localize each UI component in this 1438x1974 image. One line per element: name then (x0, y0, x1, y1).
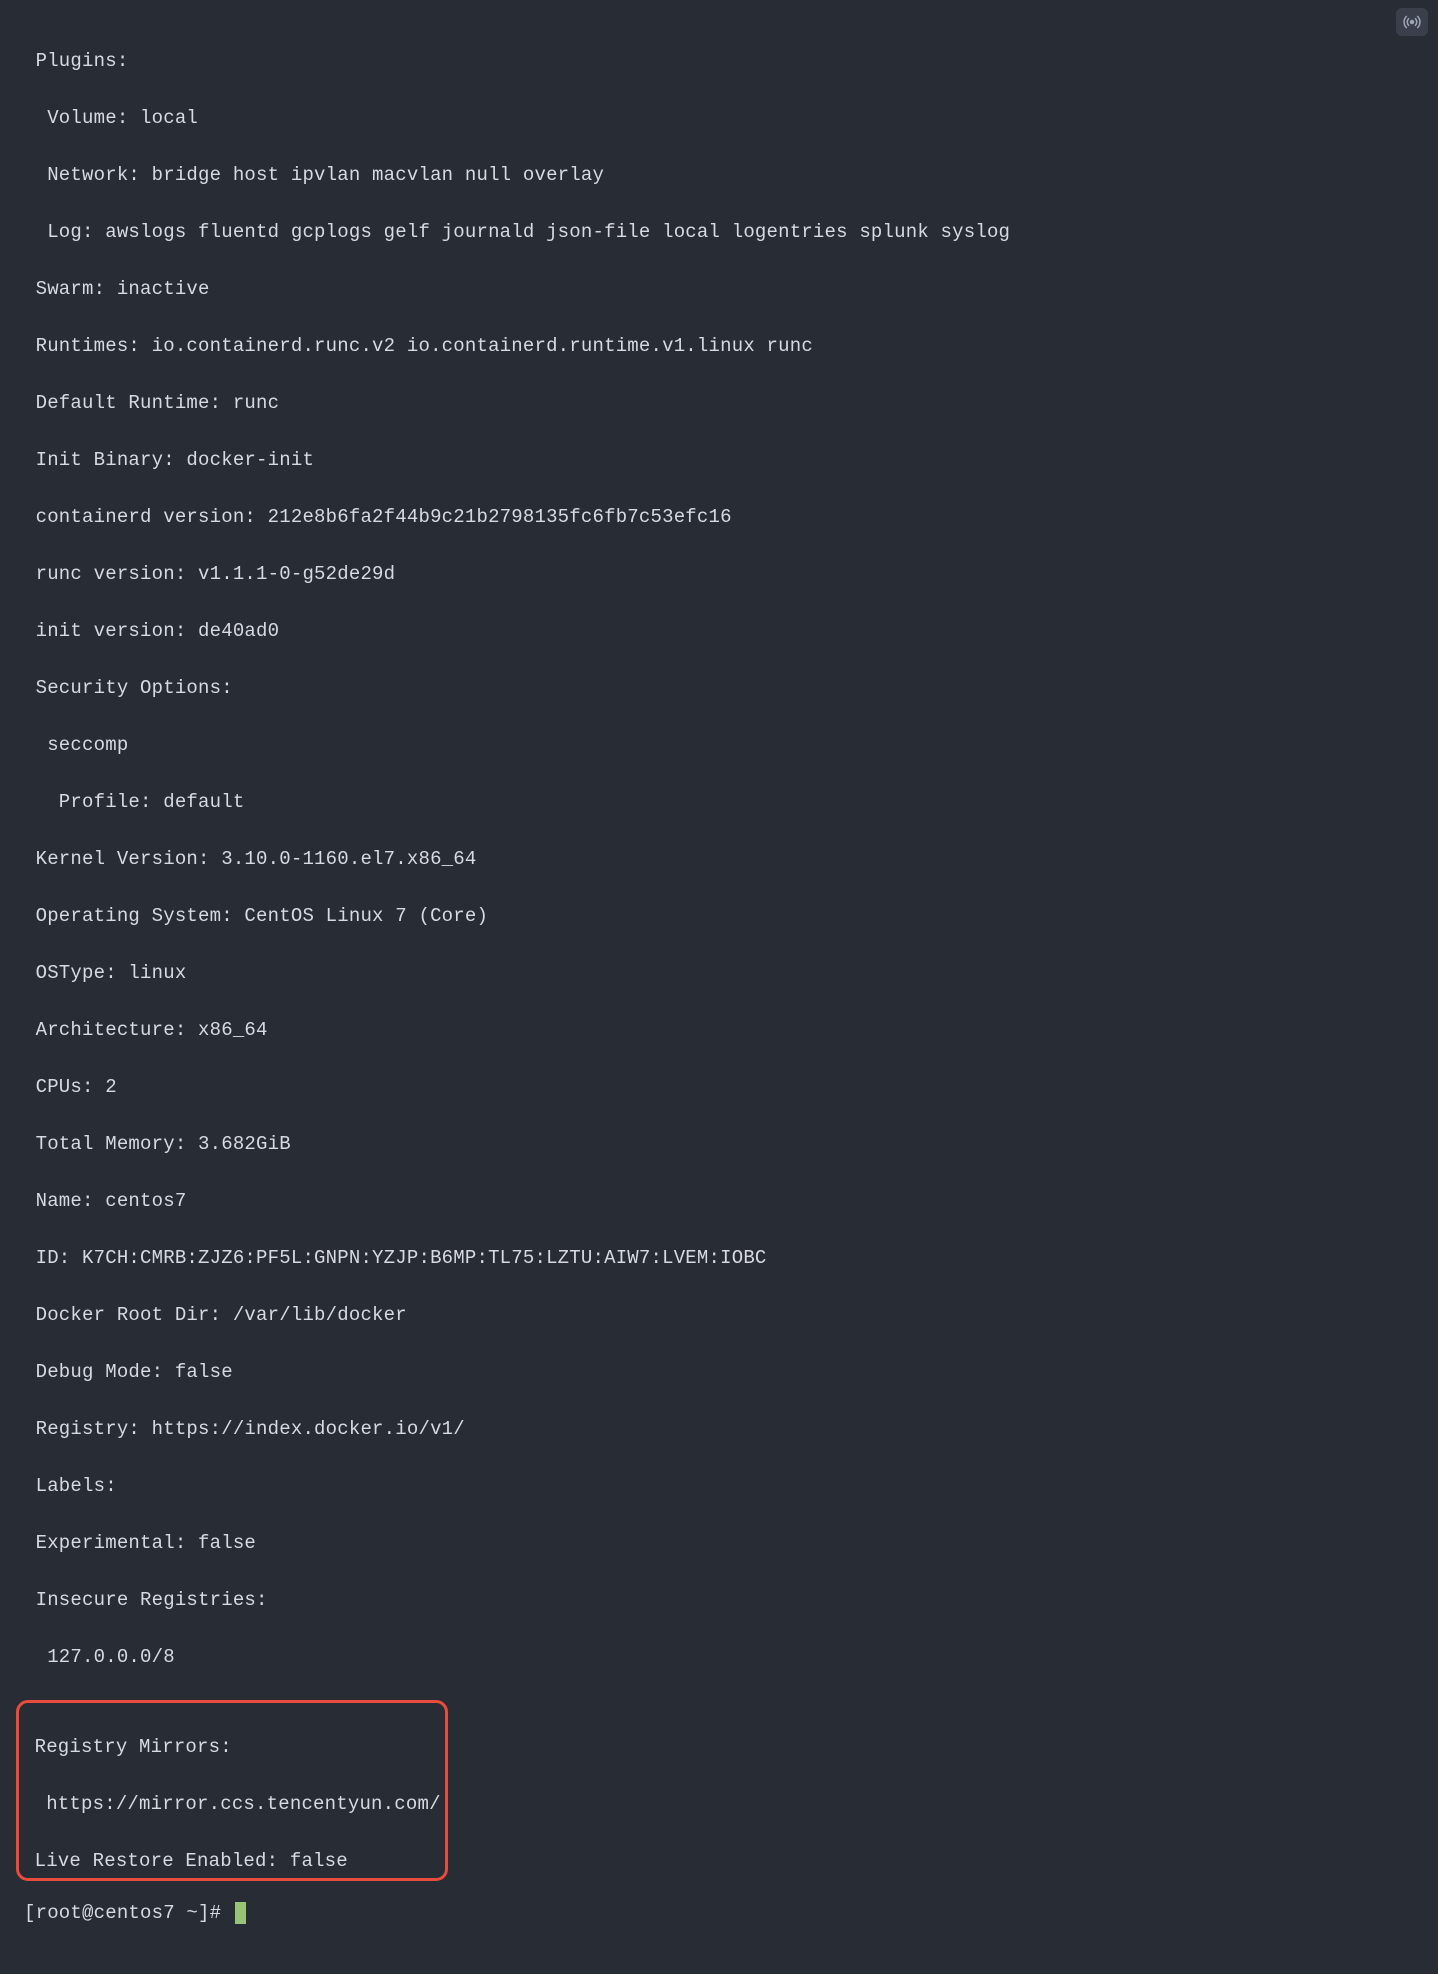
output-line: Registry: https://index.docker.io/v1/ (24, 1415, 1414, 1444)
output-line: Runtimes: io.containerd.runc.v2 io.conta… (24, 332, 1414, 361)
output-line: Network: bridge host ipvlan macvlan null… (24, 161, 1414, 190)
output-line: Registry Mirrors: (23, 1733, 441, 1762)
highlighted-section: Registry Mirrors: https://mirror.ccs.ten… (16, 1700, 448, 1881)
output-line: https://mirror.ccs.tencentyun.com/ (23, 1790, 441, 1819)
output-line: Insecure Registries: (24, 1586, 1414, 1615)
output-line: Name: centos7 (24, 1187, 1414, 1216)
output-line: containerd version: 212e8b6fa2f44b9c21b2… (24, 503, 1414, 532)
output-line: runc version: v1.1.1-0-g52de29d (24, 560, 1414, 589)
output-line: Log: awslogs fluentd gcplogs gelf journa… (24, 218, 1414, 247)
output-line: Total Memory: 3.682GiB (24, 1130, 1414, 1159)
shell-prompt: [root@centos7 ~]# (24, 1902, 233, 1924)
output-line: CPUs: 2 (24, 1073, 1414, 1102)
output-line: Experimental: false (24, 1529, 1414, 1558)
output-line: init version: de40ad0 (24, 617, 1414, 646)
output-line: Plugins: (24, 47, 1414, 76)
broadcast-icon[interactable] (1396, 8, 1428, 36)
output-line: Architecture: x86_64 (24, 1016, 1414, 1045)
output-line: Debug Mode: false (24, 1358, 1414, 1387)
output-line: Kernel Version: 3.10.0-1160.el7.x86_64 (24, 845, 1414, 874)
output-line: seccomp (24, 731, 1414, 760)
terminal-output: Plugins: Volume: local Network: bridge h… (0, 0, 1438, 1974)
output-line: Swarm: inactive (24, 275, 1414, 304)
output-line: Docker Root Dir: /var/lib/docker (24, 1301, 1414, 1330)
prompt-line[interactable]: [root@centos7 ~]# (24, 1899, 1414, 1928)
output-line: Live Restore Enabled: false (23, 1847, 441, 1876)
output-line: Volume: local (24, 104, 1414, 133)
output-line: Labels: (24, 1472, 1414, 1501)
output-line: Security Options: (24, 674, 1414, 703)
cursor (235, 1902, 246, 1924)
output-line: ID: K7CH:CMRB:ZJZ6:PF5L:GNPN:YZJP:B6MP:T… (24, 1244, 1414, 1273)
output-line: Init Binary: docker-init (24, 446, 1414, 475)
output-line: OSType: linux (24, 959, 1414, 988)
output-line: Profile: default (24, 788, 1414, 817)
output-line: Operating System: CentOS Linux 7 (Core) (24, 902, 1414, 931)
output-line: Default Runtime: runc (24, 389, 1414, 418)
output-line: 127.0.0.0/8 (24, 1643, 1414, 1672)
